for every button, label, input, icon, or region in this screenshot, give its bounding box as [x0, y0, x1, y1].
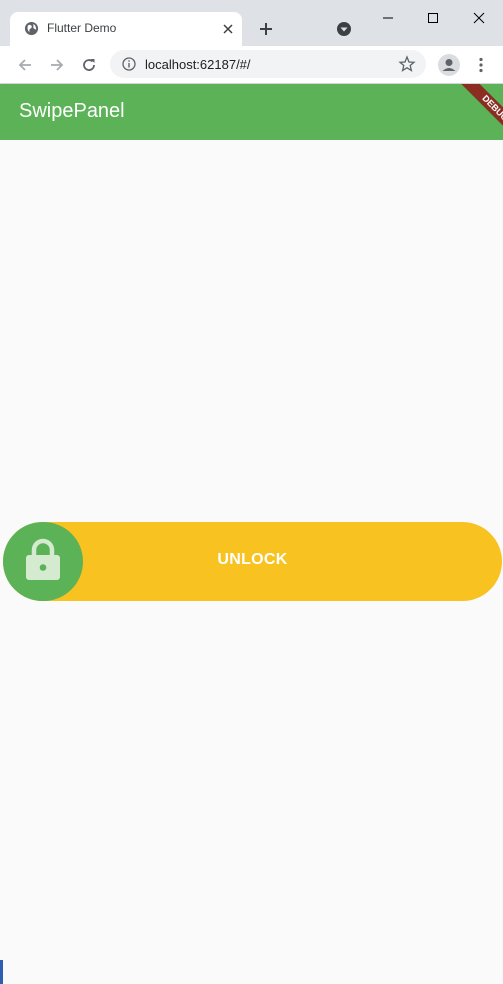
close-window-icon[interactable]	[457, 4, 501, 32]
lock-icon	[25, 537, 61, 586]
browser-toolbar: localhost:62187/#/	[0, 46, 503, 84]
bookmark-star-icon[interactable]	[398, 55, 416, 73]
profile-avatar-icon[interactable]	[436, 52, 462, 78]
forward-icon[interactable]	[44, 52, 70, 78]
url-text: localhost:62187/#/	[145, 57, 251, 72]
globe-icon	[24, 21, 39, 36]
reload-icon[interactable]	[76, 52, 102, 78]
page-title: SwipePanel	[19, 100, 125, 122]
tab-search-icon[interactable]	[334, 19, 354, 39]
app-body: UNLOCK	[0, 140, 503, 984]
swipe-handle[interactable]	[3, 522, 83, 601]
tab-title: Flutter Demo	[47, 21, 117, 35]
new-tab-icon[interactable]	[254, 17, 278, 41]
browser-tab[interactable]: Flutter Demo	[10, 12, 242, 46]
swipe-panel[interactable]: UNLOCK	[3, 522, 502, 601]
app-bar: SwipePanel	[0, 84, 503, 140]
more-menu-icon[interactable]	[470, 52, 492, 78]
info-icon[interactable]	[122, 57, 136, 71]
minimize-icon[interactable]	[366, 4, 410, 32]
close-tab-icon[interactable]	[220, 21, 236, 37]
address-bar[interactable]: localhost:62187/#/	[110, 50, 426, 78]
maximize-icon[interactable]	[411, 4, 455, 32]
back-icon[interactable]	[12, 52, 38, 78]
browser-tabstrip: Flutter Demo	[0, 0, 503, 46]
window-edge-accent	[0, 960, 3, 984]
